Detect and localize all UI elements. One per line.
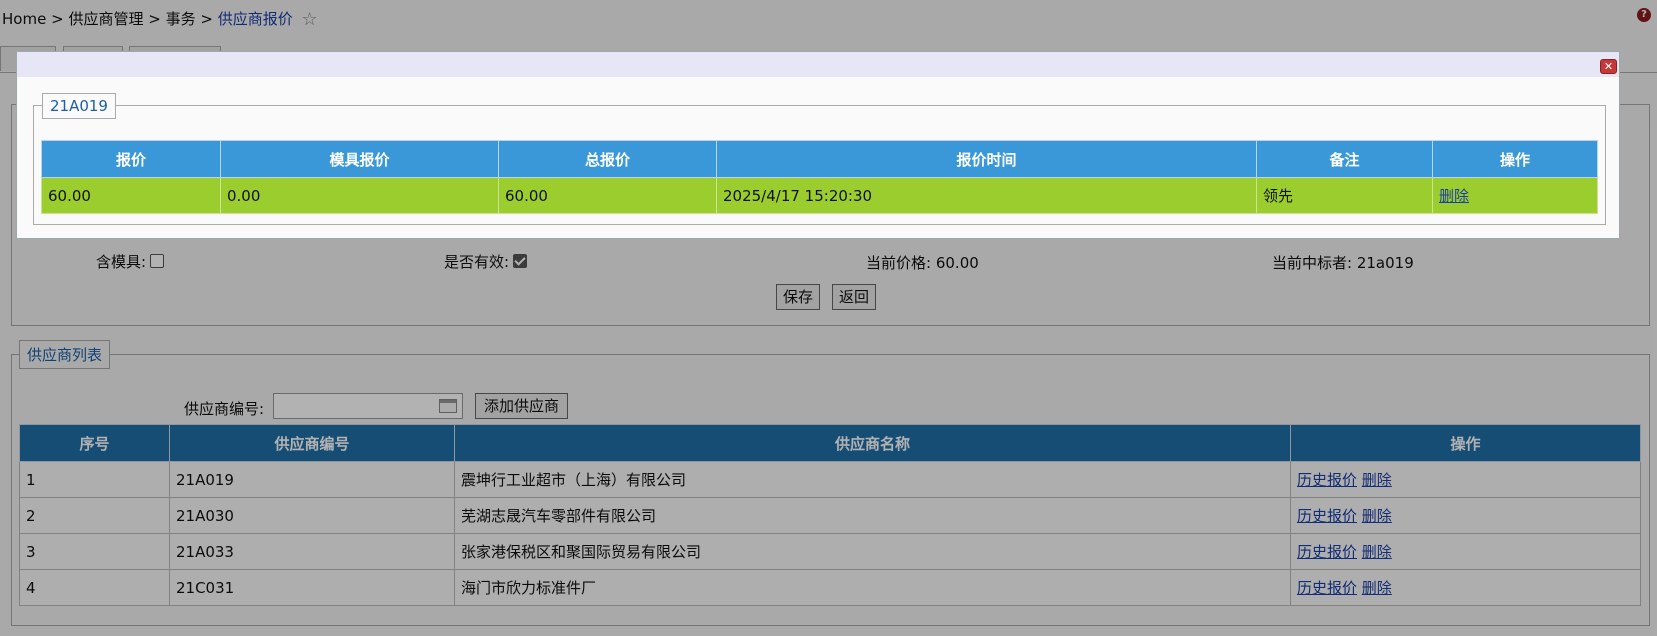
table-row: 60.00 0.00 60.00 2025/4/17 15:20:30 领先 删… — [41, 177, 1598, 214]
close-icon[interactable]: ✕ — [1600, 59, 1617, 74]
column-header-total-price: 总报价 — [498, 140, 717, 178]
row-note: 领先 — [1256, 177, 1433, 214]
quote-history-table: 报价 模具报价 总报价 报价时间 备注 操作 60.00 0.00 60.00 … — [41, 140, 1598, 214]
row-quote-time: 2025/4/17 15:20:30 — [716, 177, 1257, 214]
dialog-titlebar: ✕ — [17, 52, 1619, 77]
column-header-price: 报价 — [41, 140, 221, 178]
column-header-note: 备注 — [1256, 140, 1433, 178]
row-mold-price: 0.00 — [220, 177, 499, 214]
column-header-mold-price: 模具报价 — [220, 140, 499, 178]
row-price: 60.00 — [41, 177, 221, 214]
column-header-actions: 操作 — [1432, 140, 1598, 178]
quote-table-header: 报价 模具报价 总报价 报价时间 备注 操作 — [41, 140, 1598, 178]
dialog-supplier-legend: 21A019 — [42, 93, 116, 119]
column-header-quote-time: 报价时间 — [716, 140, 1257, 178]
quote-history-dialog: ✕ 21A019 报价 模具报价 总报价 报价时间 备注 操作 60.00 0.… — [16, 51, 1620, 239]
row-actions: 删除 — [1432, 177, 1598, 214]
row-total-price: 60.00 — [498, 177, 717, 214]
delete-link[interactable]: 删除 — [1439, 187, 1469, 205]
